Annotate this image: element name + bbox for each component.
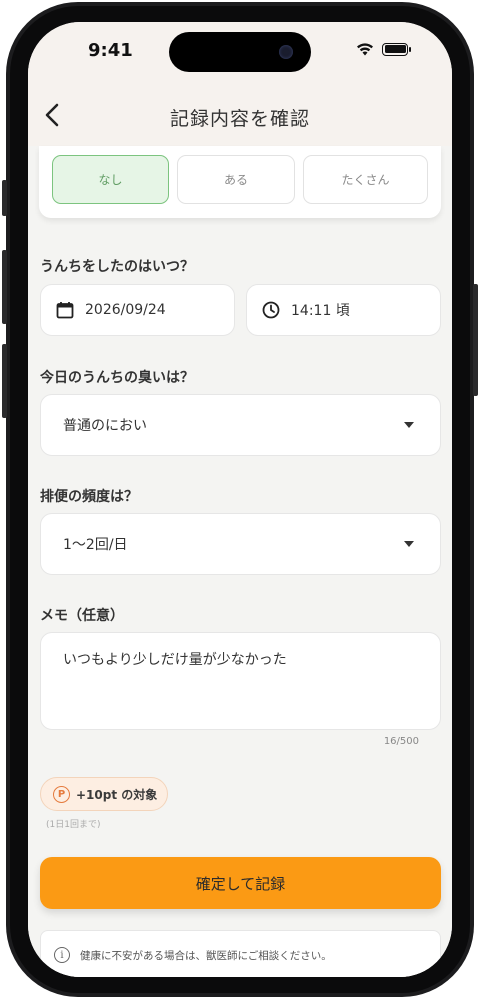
battery-icon xyxy=(382,42,411,56)
action-button xyxy=(2,180,7,216)
memo-label: メモ（任意） xyxy=(40,608,124,624)
memo-textarea[interactable]: いつもより少しだけ量が少なかった xyxy=(40,632,441,730)
date-value: 2026/09/24 xyxy=(85,302,166,318)
power-button xyxy=(473,284,478,396)
dynamic-island xyxy=(169,32,311,72)
amount-option-lots[interactable]: たくさん xyxy=(303,155,428,204)
points-badge: P +10pt の対象 xyxy=(40,777,168,811)
points-icon: P xyxy=(53,785,70,803)
smell-value: 普通のにおい xyxy=(63,418,147,434)
top-bar: 9:41 記録内容を確認 xyxy=(28,22,452,146)
screen: 9:41 記録内容を確認 なし ある たくさん うんちをしたのはいつ？ 2026… xyxy=(28,22,452,977)
datetime-label: うんちをしたのはいつ？ xyxy=(40,259,194,275)
clock-icon xyxy=(262,301,280,319)
frequency-label: 排便の頻度は？ xyxy=(40,489,138,505)
amount-option-none[interactable]: なし xyxy=(52,155,169,204)
health-notice: i 健康に不安がある場合は、獣医師にご相談ください。 xyxy=(40,930,441,977)
time-field[interactable]: 14:11 頃 xyxy=(246,284,441,336)
smell-dropdown[interactable]: 普通のにおい xyxy=(40,394,441,456)
points-badge-label: +10pt の対象 xyxy=(76,787,158,802)
frequency-value: 1〜2回/日 xyxy=(63,537,128,553)
content-area: なし ある たくさん うんちをしたのはいつ？ 2026/09/24 14:11 … xyxy=(28,146,452,977)
memo-char-counter: 16/500 xyxy=(383,736,419,747)
status-icons xyxy=(356,42,411,56)
notice-text: 健康に不安がある場合は、獣医師にご相談ください。 xyxy=(80,949,332,962)
frequency-dropdown[interactable]: 1〜2回/日 xyxy=(40,513,441,575)
volume-down-button xyxy=(2,344,7,418)
chevron-down-icon xyxy=(404,422,414,428)
points-note: (1日1回まで) xyxy=(46,820,101,830)
confirm-record-button[interactable]: 確定して記録 xyxy=(40,857,441,909)
status-time: 9:41 xyxy=(88,40,133,61)
smell-label: 今日のうんちの臭いは？ xyxy=(40,370,194,386)
camera-icon xyxy=(279,45,293,59)
date-field[interactable]: 2026/09/24 xyxy=(40,284,235,336)
page-title: 記録内容を確認 xyxy=(169,108,310,130)
amount-option-some[interactable]: ある xyxy=(177,155,295,204)
wifi-icon xyxy=(357,43,373,56)
time-value: 14:11 頃 xyxy=(291,303,350,319)
amount-selector: なし ある たくさん xyxy=(39,146,441,218)
chevron-down-icon xyxy=(404,541,414,547)
volume-up-button xyxy=(2,250,7,324)
info-icon: i xyxy=(54,947,70,963)
calendar-icon xyxy=(56,302,74,319)
